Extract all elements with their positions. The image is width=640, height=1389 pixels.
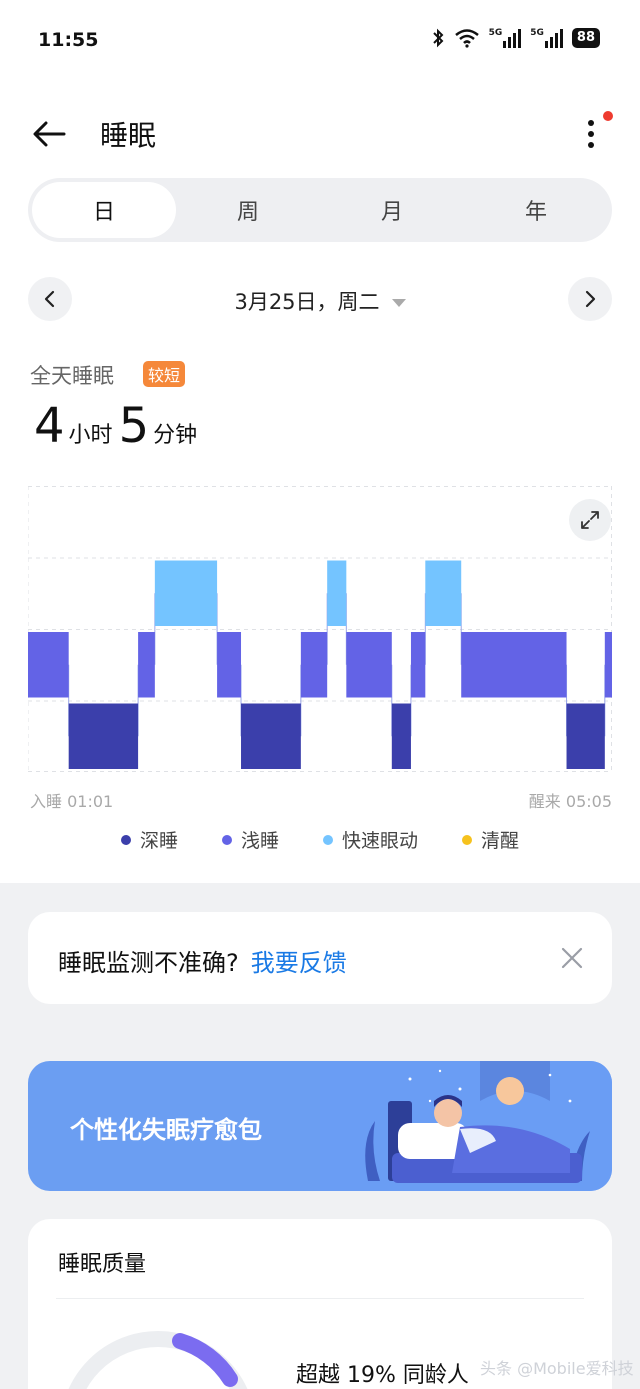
- stage-bar: [461, 632, 567, 698]
- page-title: 睡眠: [100, 119, 157, 152]
- prev-day-button[interactable]: [28, 277, 72, 321]
- quality-comparison: 超越 19% 同龄人: [296, 1357, 469, 1389]
- stage-bar: [566, 703, 605, 769]
- header: 睡眠: [0, 100, 640, 170]
- legend-item-awake: 清醒: [462, 826, 519, 853]
- stage-bar: [425, 560, 462, 626]
- back-button[interactable]: [30, 116, 70, 152]
- date-navigator: 3月25日，周二: [28, 277, 612, 321]
- quality-ring-gauge: [68, 1331, 248, 1389]
- duration-minutes-unit: 分钟: [153, 423, 198, 448]
- legend-label: 快速眼动: [342, 830, 419, 852]
- feedback-card: 睡眠监测不准确? 我要反馈: [28, 912, 612, 1004]
- legend-label: 清醒: [481, 830, 520, 852]
- legend-item-light: 浅睡: [221, 826, 279, 853]
- tab-week[interactable]: 周: [176, 182, 320, 238]
- stage-bar: [217, 632, 242, 698]
- more-vertical-icon: [588, 120, 594, 148]
- status-bar: 11:55 5G 5G 88: [0, 0, 640, 80]
- feedback-link[interactable]: 我要反馈: [251, 949, 347, 977]
- expand-chart-button[interactable]: [569, 499, 611, 541]
- compare-prefix: 超越: [296, 1363, 341, 1388]
- arrow-left-icon: [33, 121, 66, 147]
- wake-up-label: 醒来 05:05: [528, 792, 612, 811]
- chevron-right-icon: [585, 290, 596, 308]
- divider: [56, 1298, 584, 1299]
- chart-legend: 深睡 浅睡 快速眼动 清醒: [0, 826, 640, 853]
- date-label: 3月25日，周二: [234, 290, 380, 314]
- tab-day[interactable]: 日: [32, 182, 176, 238]
- signal-5g-icon-2: 5G: [530, 28, 563, 48]
- stage-bar: [391, 703, 411, 769]
- stage-bar: [68, 703, 139, 769]
- legend-dot: [323, 834, 333, 845]
- insomnia-therapy-banner[interactable]: 个性化失眠疗愈包: [28, 1061, 612, 1191]
- status-time: 11:55: [38, 29, 99, 51]
- feedback-prompt: 睡眠监测不准确? 我要反馈: [58, 943, 347, 978]
- stage-bar: [28, 632, 69, 698]
- stage-bar: [604, 632, 612, 698]
- compare-value: 19%: [347, 1363, 396, 1388]
- status-icons: 5G 5G 88: [431, 28, 600, 48]
- quality-title: 睡眠质量: [58, 1252, 147, 1277]
- legend-dot: [462, 834, 473, 845]
- signal-5g-icon: 5G: [489, 28, 522, 48]
- next-day-button[interactable]: [568, 277, 612, 321]
- legend-dot: [120, 834, 131, 845]
- stage-bar: [138, 632, 155, 698]
- legend-dot: [221, 834, 232, 845]
- duration-minutes: 5: [118, 398, 150, 454]
- sleep-stage-chart: [28, 486, 612, 772]
- banner-title: 个性化失眠疗愈包: [70, 1116, 262, 1144]
- watermark: 头条 @Mobile爱科技: [480, 1359, 634, 1378]
- close-button[interactable]: [558, 944, 586, 972]
- sleep-duration: 4 小时 5 分钟: [34, 398, 203, 454]
- stage-bar: [346, 632, 392, 698]
- bluetooth-icon: [432, 28, 444, 48]
- summary-label: 全天睡眠: [30, 364, 114, 388]
- stage-bar: [154, 560, 218, 626]
- stage-bar: [241, 703, 301, 769]
- legend-item-rem: 快速眼动: [323, 826, 418, 853]
- compare-suffix: 同龄人: [402, 1363, 469, 1388]
- notification-dot: [603, 111, 613, 121]
- expand-icon: [581, 511, 599, 529]
- status-badge: 较短: [143, 361, 186, 387]
- legend-item-deep: 深睡: [120, 826, 178, 853]
- legend-label: 深睡: [139, 830, 178, 852]
- period-tabs: 日 周 月 年: [28, 178, 612, 242]
- duration-hours: 4: [34, 398, 65, 454]
- stage-bar: [410, 632, 426, 698]
- battery-indicator: 88: [571, 28, 600, 48]
- wifi-icon: [454, 29, 479, 48]
- legend-label: 浅睡: [240, 830, 279, 852]
- caret-down-icon: [391, 299, 406, 307]
- stage-bar: [327, 560, 347, 626]
- tab-year[interactable]: 年: [464, 182, 608, 238]
- stage-bar: [300, 632, 328, 698]
- sleeping-person-illustration: [320, 1061, 612, 1191]
- date-selector[interactable]: 3月25日，周二: [28, 286, 612, 316]
- more-button[interactable]: [578, 114, 604, 154]
- feedback-question: 睡眠监测不准确?: [58, 949, 239, 977]
- tab-month[interactable]: 月: [320, 182, 464, 238]
- duration-hours-unit: 小时: [68, 423, 113, 448]
- sleep-start-label: 入睡 01:01: [30, 792, 114, 811]
- close-icon: [561, 947, 583, 969]
- chevron-left-icon: [44, 290, 55, 308]
